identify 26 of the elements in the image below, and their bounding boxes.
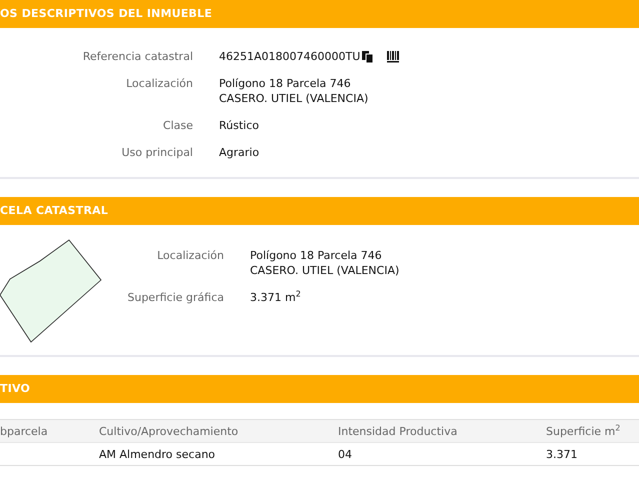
field-label: Uso principal [120,145,193,160]
column-header: Cultivo/Aprovechamiento [99,420,338,442]
barcode-icon[interactable] [387,50,400,62]
section-header: TIVO [0,375,639,403]
field-label: Localización [156,248,224,263]
table-cell: 04 [338,442,546,466]
copy-icon[interactable] [362,50,374,62]
field-value: Polígono 18 Parcela 746 [250,248,383,263]
table-cell: 3.371 [546,442,639,466]
field-value: 46251A018007460000TU [219,49,360,64]
field-label: Superficie gráfica [126,290,224,305]
field-value: Polígono 18 Parcela 746 [219,76,352,91]
field-value: Rústico [219,118,259,133]
table-cell: AM Almendro secano [99,442,338,466]
field-label: Referencia catastral [82,49,193,64]
field-value: CASERO. UTIEL (VALENCIA) [250,263,400,278]
field-value: Agrario [219,145,260,160]
column-header: Intensidad Productiva [338,420,546,442]
field-value: CASERO. UTIEL (VALENCIA) [219,91,368,106]
column-header: bparcela [0,420,99,442]
column-header: Superficie m$^{2}$ [546,420,639,442]
field-value: 3.371 m$^{2}$ [250,290,301,305]
field-label: Localización [125,76,193,91]
field-label: Clase [162,118,193,133]
section-header: CELA CATASTRAL [0,197,639,225]
section-header: OS DESCRIPTIVOS DEL INMUEBLE [0,0,639,28]
